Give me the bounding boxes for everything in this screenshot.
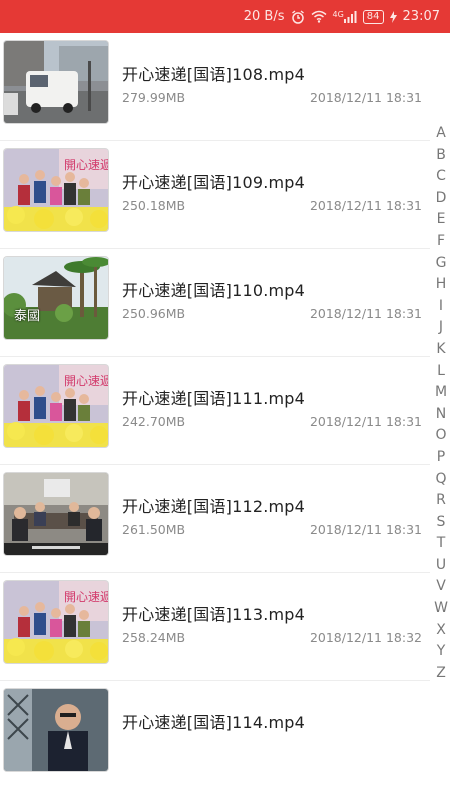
video-date: 2018/12/11 18:31 bbox=[309, 414, 422, 429]
index-letter-d[interactable]: D bbox=[436, 188, 447, 210]
video-thumbnail bbox=[4, 365, 108, 447]
index-letter-u[interactable]: U bbox=[436, 555, 446, 577]
battery-level: 84 bbox=[366, 10, 380, 22]
video-item[interactable]: 泰國 开心速递[国语]110.mp4 250.96MB 2018/12/11 1… bbox=[0, 249, 430, 357]
video-item[interactable]: 开心速递[国语]108.mp4 279.99MB 2018/12/11 18:3… bbox=[0, 33, 430, 141]
video-size: 250.18MB bbox=[122, 198, 186, 213]
video-list: 开心速递[国语]108.mp4 279.99MB 2018/12/11 18:3… bbox=[0, 33, 430, 789]
video-item[interactable]: 开心速递[国语]109.mp4 250.18MB 2018/12/11 18:3… bbox=[0, 141, 430, 249]
video-item[interactable]: 开心速递[国语]114.mp4 bbox=[0, 681, 430, 789]
index-letter-f[interactable]: F bbox=[437, 231, 445, 253]
index-letter-s[interactable]: S bbox=[437, 512, 446, 534]
video-title: 开心速递[国语]113.mp4 bbox=[122, 605, 306, 624]
video-item[interactable]: 开心速递[国语]112.mp4 261.50MB 2018/12/11 18:3… bbox=[0, 465, 430, 573]
video-thumbnail bbox=[4, 581, 108, 663]
video-size: 258.24MB bbox=[122, 630, 186, 645]
clock: 23:07 bbox=[402, 9, 440, 24]
index-letter-k[interactable]: K bbox=[436, 339, 445, 361]
video-item[interactable]: 开心速递[国语]111.mp4 242.70MB 2018/12/11 18:3… bbox=[0, 357, 430, 465]
wifi-icon bbox=[311, 10, 327, 23]
video-title: 开心速递[国语]109.mp4 bbox=[122, 173, 306, 192]
video-title: 开心速递[国语]108.mp4 bbox=[122, 65, 306, 84]
video-title: 开心速递[国语]110.mp4 bbox=[122, 281, 306, 300]
index-letter-z[interactable]: Z bbox=[436, 663, 446, 685]
video-date: 2018/12/11 18:31 bbox=[309, 198, 422, 213]
alphabet-index[interactable]: ABCDEFGHIJKLMNOPQRSTUVWXYZ bbox=[432, 123, 450, 684]
index-letter-y[interactable]: Y bbox=[437, 641, 446, 663]
index-letter-n[interactable]: N bbox=[436, 404, 446, 426]
index-letter-v[interactable]: V bbox=[436, 576, 446, 598]
video-thumbnail bbox=[4, 473, 108, 555]
index-letter-p[interactable]: P bbox=[437, 447, 445, 469]
signal-icon bbox=[343, 10, 357, 23]
index-letter-r[interactable]: R bbox=[436, 490, 446, 512]
index-letter-j[interactable]: J bbox=[439, 317, 443, 339]
index-letter-i[interactable]: I bbox=[439, 296, 443, 318]
index-letter-b[interactable]: B bbox=[436, 145, 446, 167]
video-thumbnail bbox=[4, 689, 108, 771]
video-title: 开心速递[国语]111.mp4 bbox=[122, 389, 306, 408]
index-letter-c[interactable]: C bbox=[436, 166, 446, 188]
network-type: 4G bbox=[332, 9, 344, 19]
index-letter-h[interactable]: H bbox=[436, 274, 447, 296]
charging-icon bbox=[389, 10, 397, 23]
index-letter-e[interactable]: E bbox=[437, 209, 446, 231]
video-date: 2018/12/11 18:31 bbox=[309, 90, 422, 105]
index-letter-a[interactable]: A bbox=[436, 123, 446, 145]
alarm-icon bbox=[291, 9, 305, 24]
video-thumbnail: 泰國 bbox=[4, 257, 108, 339]
status-icons: 20 B/s 4G 84 23:07 bbox=[244, 0, 440, 33]
video-size: 261.50MB bbox=[122, 522, 186, 537]
video-size: 250.96MB bbox=[122, 306, 186, 321]
battery-icon: 84 bbox=[362, 9, 384, 24]
index-letter-x[interactable]: X bbox=[436, 620, 446, 642]
video-thumbnail bbox=[4, 41, 108, 123]
video-title: 开心速递[国语]114.mp4 bbox=[122, 713, 306, 732]
index-letter-g[interactable]: G bbox=[436, 253, 447, 275]
index-letter-t[interactable]: T bbox=[437, 533, 446, 555]
network-speed: 20 B/s bbox=[243, 9, 285, 24]
video-date: 2018/12/11 18:32 bbox=[309, 630, 422, 645]
video-size: 279.99MB bbox=[122, 90, 186, 105]
video-title: 开心速递[国语]112.mp4 bbox=[122, 497, 306, 516]
video-date: 2018/12/11 18:31 bbox=[309, 522, 422, 537]
index-letter-l[interactable]: L bbox=[437, 361, 445, 383]
thumbnail-caption: 泰國 bbox=[14, 309, 41, 324]
index-letter-w[interactable]: W bbox=[434, 598, 448, 620]
status-bar: 20 B/s 4G 84 23:07 bbox=[0, 0, 450, 33]
index-letter-q[interactable]: Q bbox=[435, 469, 446, 491]
video-date: 2018/12/11 18:31 bbox=[309, 306, 422, 321]
index-letter-o[interactable]: O bbox=[435, 425, 446, 447]
video-thumbnail bbox=[4, 149, 108, 231]
video-size: 242.70MB bbox=[122, 414, 186, 429]
video-item[interactable]: 开心速递[国语]113.mp4 258.24MB 2018/12/11 18:3… bbox=[0, 573, 430, 681]
index-letter-m[interactable]: M bbox=[435, 382, 447, 404]
